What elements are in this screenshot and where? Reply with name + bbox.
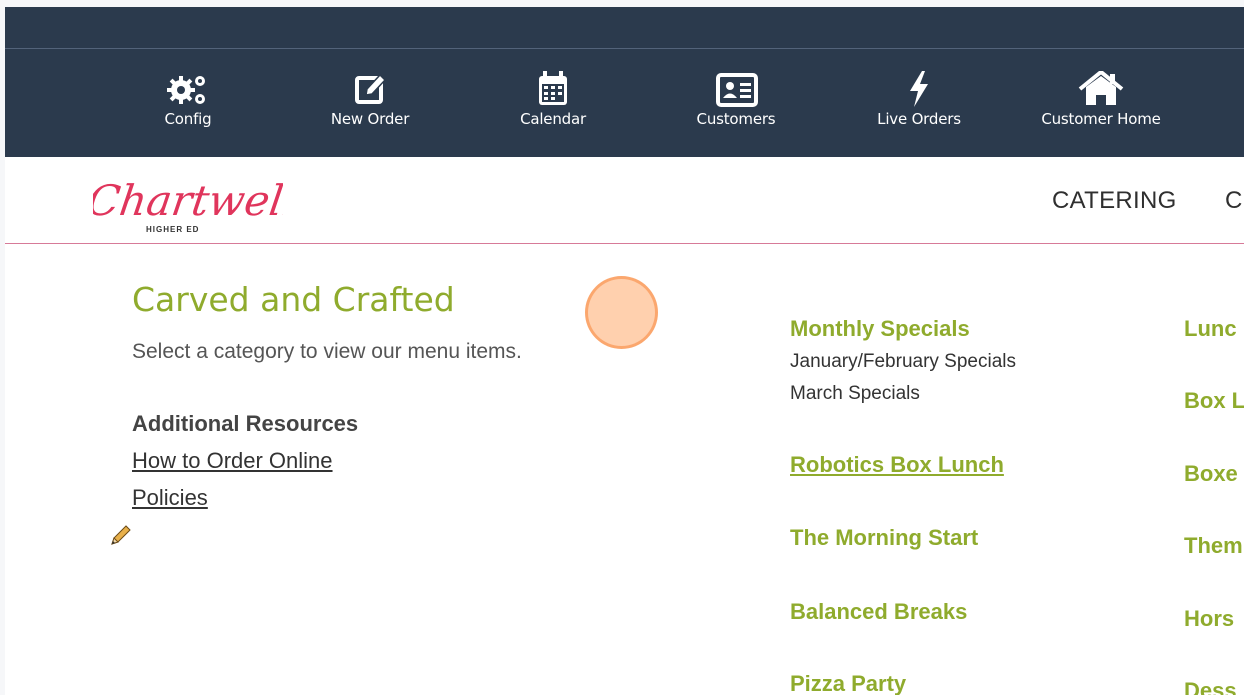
calendar-icon [539, 71, 567, 105]
category-col2-item-2[interactable]: Box L [1184, 388, 1244, 414]
pencil-icon[interactable] [109, 523, 133, 547]
subcategory-jan-feb-specials[interactable]: January/February Specials [790, 351, 1016, 373]
category-monthly-specials[interactable]: Monthly Specials [790, 316, 970, 342]
live-orders-button[interactable]: Live Orders [849, 71, 989, 135]
category-col2-item-1[interactable]: Lunc [1184, 316, 1237, 342]
subcategory-march-specials[interactable]: March Specials [790, 383, 920, 405]
chartwells-logo[interactable]: Chartwells HIGHER ED [93, 163, 283, 239]
category-col2-item-6[interactable]: Dess [1184, 678, 1237, 695]
category-robotics-box-lunch[interactable]: Robotics Box Lunch [790, 452, 1004, 478]
logo-subtext: HIGHER ED [146, 225, 200, 234]
top-bar [5, 7, 1244, 49]
live-orders-label: Live Orders [877, 110, 961, 128]
home-icon [1078, 71, 1124, 105]
category-col2-item-5[interactable]: Hors [1184, 606, 1234, 632]
svg-text:Chartwells: Chartwells [93, 176, 283, 225]
page-subtitle: Select a category to view our menu items… [132, 340, 522, 363]
id-card-icon [716, 73, 758, 107]
customers-button[interactable]: Customers [666, 71, 806, 135]
nav-catering[interactable]: CATERING [1052, 187, 1177, 215]
category-morning-start[interactable]: The Morning Start [790, 525, 978, 551]
new-order-label: New Order [330, 110, 410, 128]
customer-home-label: Customer Home [1041, 110, 1161, 128]
click-indicator [585, 276, 658, 349]
customer-home-button[interactable]: Customer Home [1031, 71, 1171, 135]
policies-link[interactable]: Policies [132, 485, 208, 511]
gears-icon [167, 76, 205, 104]
edit-icon [355, 73, 387, 104]
how-to-order-link[interactable]: How to Order Online [132, 448, 333, 474]
category-col2-item-3[interactable]: Boxe [1184, 461, 1238, 487]
page-title: Carved and Crafted [132, 280, 455, 319]
category-pizza-party[interactable]: Pizza Party [790, 671, 906, 695]
config-label: Config [164, 110, 212, 128]
site-header: Chartwells HIGHER ED CATERING C [5, 157, 1244, 244]
calendar-label: Calendar [520, 110, 586, 128]
admin-toolbar: Config New Order Calendar Customers Live… [5, 49, 1244, 157]
category-balanced-breaks[interactable]: Balanced Breaks [790, 599, 967, 625]
calendar-button[interactable]: Calendar [483, 71, 623, 135]
nav-next-item[interactable]: C [1225, 187, 1243, 215]
category-col2-item-4[interactable]: Them [1184, 533, 1243, 559]
new-order-button[interactable]: New Order [300, 71, 440, 135]
customers-label: Customers [696, 110, 776, 128]
config-button[interactable]: Config [118, 71, 258, 135]
bolt-icon [910, 71, 928, 107]
app-frame: Config New Order Calendar Customers Live… [5, 7, 1244, 695]
resources-heading: Additional Resources [132, 411, 359, 436]
